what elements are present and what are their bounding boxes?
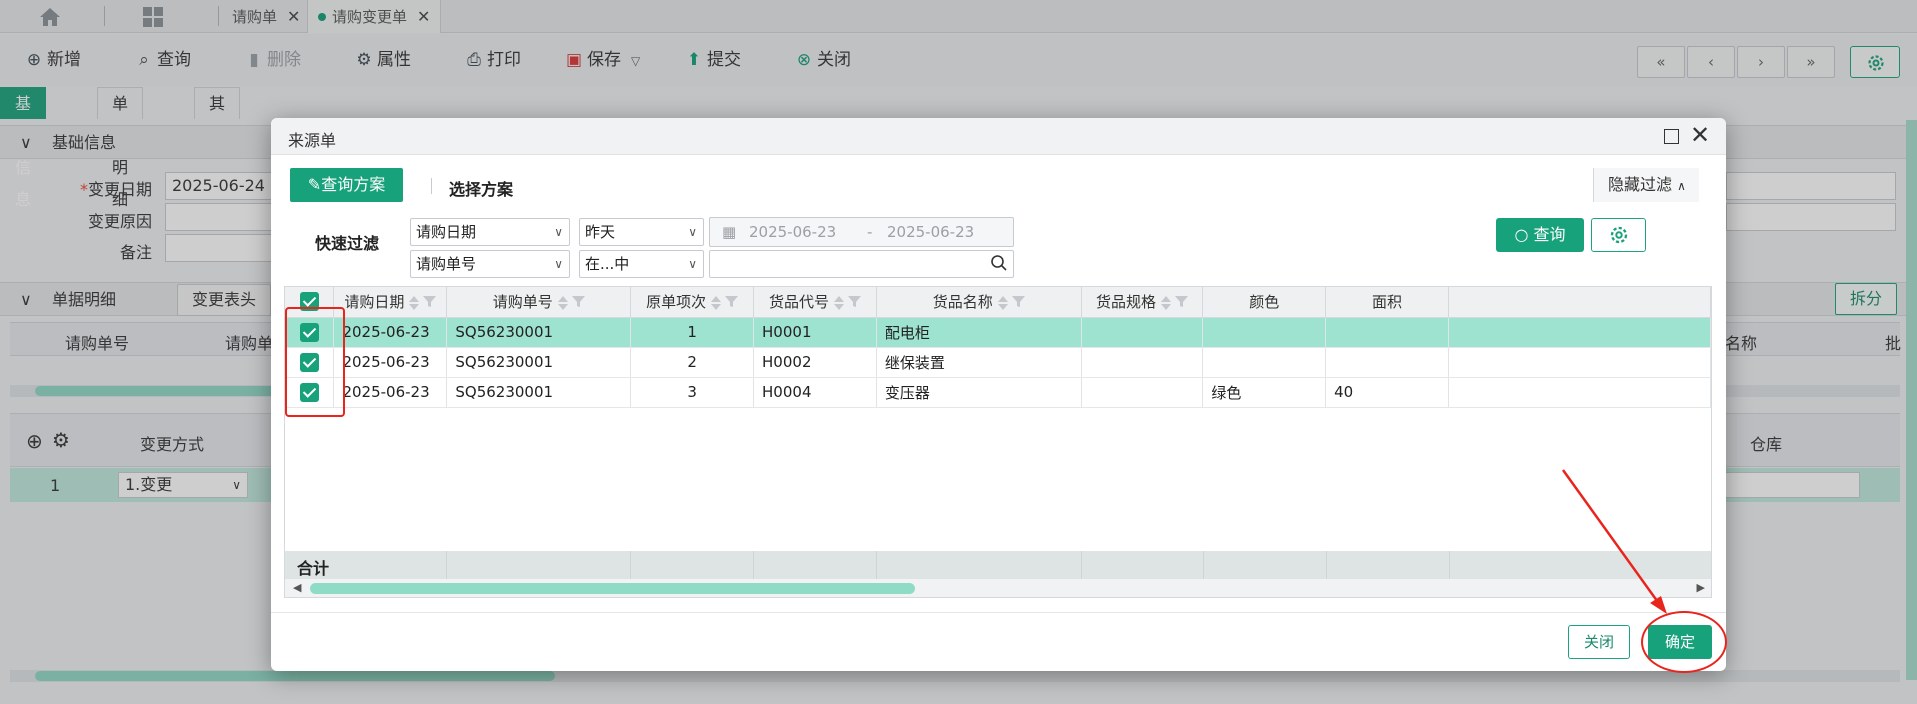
arrow-annotation-icon — [1561, 469, 1667, 614]
